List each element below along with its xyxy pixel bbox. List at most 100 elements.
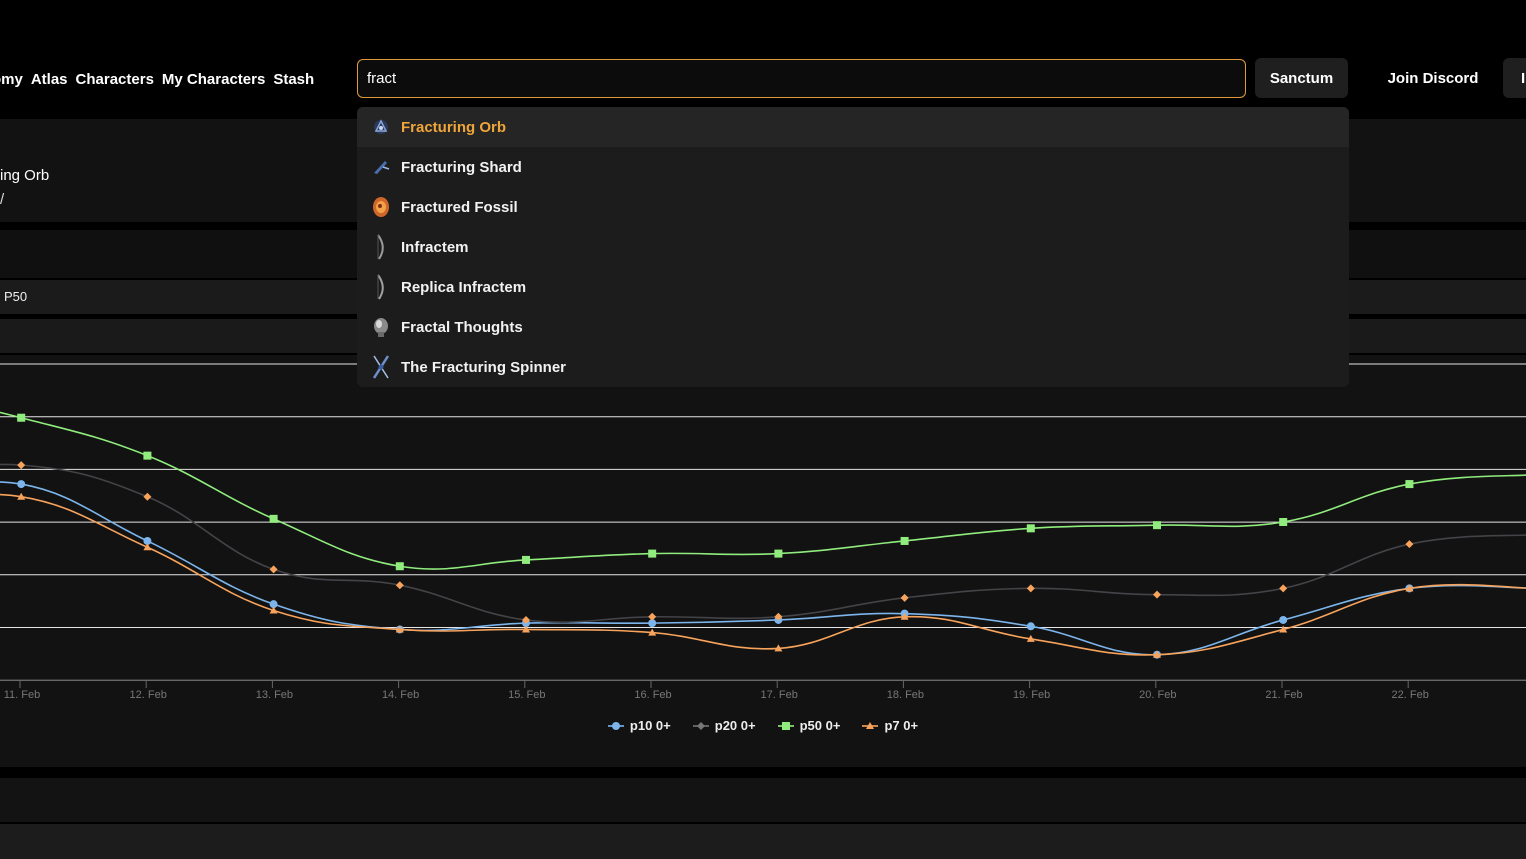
x-tick-label: 22. Feb xyxy=(1392,689,1429,701)
data-point[interactable] xyxy=(1405,540,1414,549)
x-tick-label: 18. Feb xyxy=(887,689,924,701)
series-p10-0+ xyxy=(0,480,1526,659)
join-discord-button[interactable]: Join Discord xyxy=(1370,58,1496,98)
fracturing-shard-icon xyxy=(371,154,391,180)
fracturing-spinner-icon xyxy=(371,354,391,380)
legend-marker xyxy=(611,721,620,730)
suggestion-item[interactable]: Fractal Thoughts xyxy=(357,307,1349,347)
suggestion-label: Fracturing Orb xyxy=(401,118,507,136)
data-point[interactable] xyxy=(143,492,152,501)
nav-item-stash[interactable]: Stash xyxy=(273,71,314,88)
suggestion-item[interactable]: Fracturing Orb xyxy=(357,107,1349,147)
nav-item-atlas[interactable]: Atlas xyxy=(31,71,68,88)
x-tick-label: 17. Feb xyxy=(761,689,798,701)
main-nav: omy Atlas Characters My Characters Stash xyxy=(0,55,314,103)
data-point[interactable] xyxy=(17,461,26,470)
price-chart: 11. Feb 12. Feb 13. Feb 14. Feb 15. Feb 16. F… xyxy=(0,363,1526,701)
suggestion-item[interactable]: Fractured Fossil xyxy=(357,187,1349,227)
legend-symbol xyxy=(607,721,624,730)
data-point[interactable] xyxy=(522,555,530,564)
data-point[interactable] xyxy=(900,593,909,602)
data-point[interactable] xyxy=(395,562,404,571)
series-line xyxy=(0,463,1526,624)
suggestion-item[interactable]: Replica Infractem xyxy=(357,267,1349,307)
footer-panel xyxy=(0,778,1526,822)
truncated-button[interactable]: I xyxy=(1503,58,1526,98)
legend-symbol xyxy=(692,721,709,730)
data-point[interactable] xyxy=(648,612,657,621)
series-p20-0+ xyxy=(0,461,1526,624)
data-point[interactable] xyxy=(17,480,26,489)
x-tick-label: 14. Feb xyxy=(382,689,419,701)
fracturing-orb-icon xyxy=(371,114,391,140)
footer-bar xyxy=(0,824,1526,859)
x-tick-label: 20. Feb xyxy=(1139,689,1176,701)
x-tick-label: 15. Feb xyxy=(508,689,545,701)
legend-symbol xyxy=(862,721,879,729)
data-point[interactable] xyxy=(900,536,909,545)
chart-grid xyxy=(0,363,1526,681)
suggestion-item[interactable]: Fracturing Shard xyxy=(357,147,1349,187)
data-point[interactable] xyxy=(17,413,26,422)
x-tick-label: 11. Feb xyxy=(4,689,41,701)
data-point[interactable] xyxy=(1153,521,1161,530)
search-input[interactable] xyxy=(357,59,1246,98)
nav-item-characters[interactable]: Characters xyxy=(76,71,154,88)
item-name: ing Orb xyxy=(0,167,50,184)
legend-item[interactable]: p50 0+ xyxy=(777,718,841,733)
data-point[interactable] xyxy=(648,549,657,558)
x-tick-label: 16. Feb xyxy=(634,689,671,701)
data-point[interactable] xyxy=(1279,615,1288,624)
legend-marker xyxy=(696,721,705,730)
suggestion-item[interactable]: The Fracturing Spinner xyxy=(357,347,1349,387)
price-chart-panel: 11. Feb 12. Feb 13. Feb 14. Feb 15. Feb 16. F… xyxy=(0,355,1526,767)
data-point[interactable] xyxy=(395,581,404,590)
suggestion-label: Fracturing Shard xyxy=(401,158,522,176)
data-point[interactable] xyxy=(1026,524,1035,533)
x-tick-label: 13. Feb xyxy=(256,689,293,701)
legend-label: p20 0+ xyxy=(714,718,756,733)
data-point[interactable] xyxy=(1279,518,1288,526)
suggestion-label: Fractal Thoughts xyxy=(401,318,523,336)
data-point[interactable] xyxy=(1405,480,1414,489)
data-point[interactable] xyxy=(1279,584,1288,593)
suggestion-item[interactable]: Infractem xyxy=(357,227,1349,267)
x-tick-label: 19. Feb xyxy=(1013,689,1050,701)
data-point[interactable] xyxy=(143,451,152,460)
legend-symbol xyxy=(777,721,794,730)
suggestion-label: The Fracturing Spinner xyxy=(401,358,567,376)
legend-label: p7 0+ xyxy=(884,718,919,733)
top-bar: omy Atlas Characters My Characters Stash… xyxy=(0,55,1526,103)
item-subtitle: / xyxy=(0,191,5,208)
replica-infractem-icon xyxy=(371,274,391,300)
x-axis: 11. Feb 12. Feb 13. Feb 14. Feb 15. Feb 16. F… xyxy=(0,679,1526,701)
nav-item-my-characters[interactable]: My Characters xyxy=(162,71,265,88)
infractem-icon xyxy=(371,234,391,260)
search-suggestions-dropdown: Fracturing Orb Fracturing Shard Fractured … xyxy=(357,107,1349,387)
legend-item[interactable]: p20 0+ xyxy=(692,718,756,733)
x-tick-label: 12. Feb xyxy=(130,689,167,701)
legend-label: p50 0+ xyxy=(799,718,841,733)
fractal-thoughts-icon xyxy=(371,314,391,340)
data-point[interactable] xyxy=(269,514,278,523)
legend-item[interactable]: p10 0+ xyxy=(607,718,671,733)
sanctum-button[interactable]: Sanctum xyxy=(1255,58,1348,98)
data-point[interactable] xyxy=(1153,590,1161,599)
x-tick-label: 21. Feb xyxy=(1265,689,1302,701)
data-point[interactable] xyxy=(269,565,278,574)
filter-label: P50 xyxy=(4,289,28,304)
fractured-fossil-icon xyxy=(371,194,391,220)
legend-marker xyxy=(781,721,790,730)
data-point[interactable] xyxy=(1026,622,1035,631)
suggestion-label: Infractem xyxy=(401,238,469,256)
legend-item[interactable]: p7 0+ xyxy=(862,718,918,733)
suggestion-label: Fractured Fossil xyxy=(401,198,518,216)
data-point[interactable] xyxy=(1026,584,1035,593)
nav-item-economy[interactable]: omy xyxy=(0,71,23,88)
data-point[interactable] xyxy=(774,549,783,558)
series-p50-0+ xyxy=(0,411,1526,571)
chart-legend: p10 0+ p20 0+ p50 0+ p7 0+ xyxy=(0,718,1526,733)
legend-label: p10 0+ xyxy=(629,718,671,733)
series-line xyxy=(0,481,1526,656)
suggestion-label: Replica Infractem xyxy=(401,278,527,296)
